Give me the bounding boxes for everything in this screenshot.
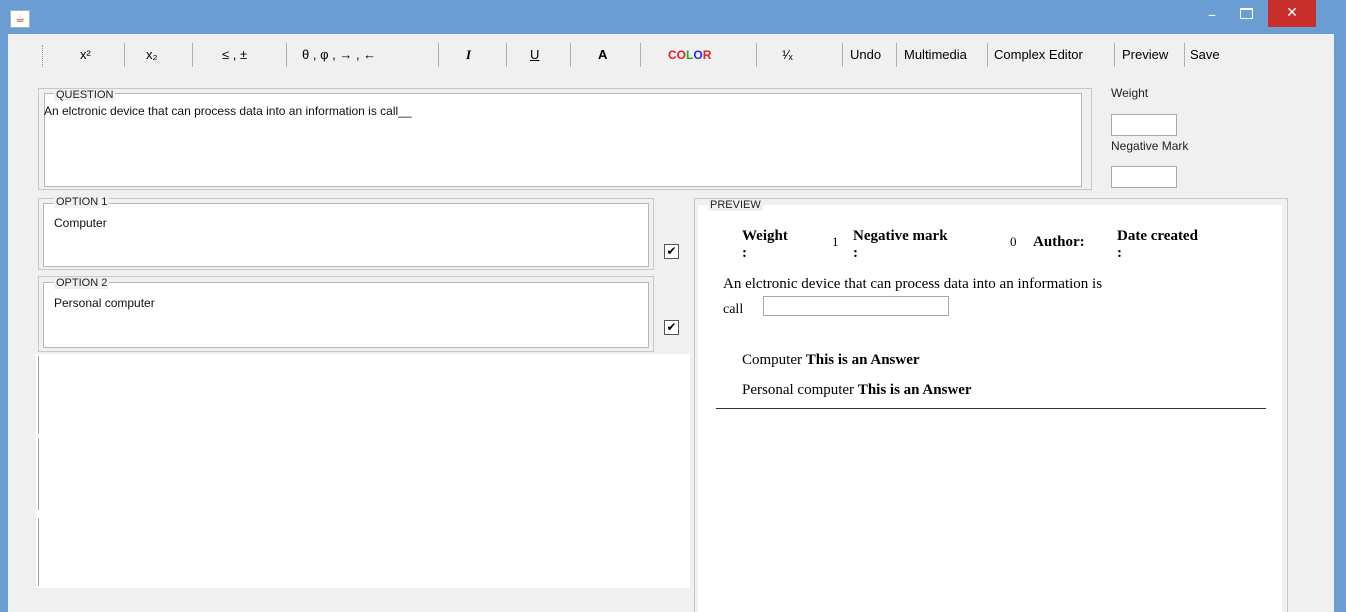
preview-colon: : bbox=[853, 245, 858, 261]
bold-button[interactable]: A bbox=[598, 45, 607, 65]
toolbar-separator bbox=[570, 43, 571, 67]
preview-date-label: Date created bbox=[1117, 228, 1198, 244]
editor-toolbar: x² x₂ ≤ , ± θ , φ , → , ← I U A COLOR ¹⁄… bbox=[8, 36, 1334, 72]
preview-divider bbox=[716, 408, 1266, 409]
toolbar-grip[interactable] bbox=[42, 45, 46, 67]
color-button[interactable]: COLOR bbox=[668, 45, 711, 65]
preview-weight-value: 1 bbox=[832, 234, 839, 249]
window-frame-left bbox=[0, 0, 8, 612]
color-letter: O bbox=[693, 48, 703, 62]
close-button[interactable]: ✕ bbox=[1268, 0, 1316, 27]
empty-option-slot[interactable] bbox=[38, 438, 39, 510]
preview-negative-value: 0 bbox=[1010, 234, 1017, 249]
save-button[interactable]: Save bbox=[1190, 45, 1220, 65]
preview-question-text: An elctronic device that can process dat… bbox=[723, 276, 1103, 292]
preview-weight-label: Weight bbox=[742, 228, 788, 244]
option-1-answer-checkbox[interactable]: ✔ bbox=[664, 244, 679, 259]
weight-label: Weight bbox=[1111, 86, 1149, 100]
italic-button[interactable]: I bbox=[466, 45, 471, 65]
toolbar-separator bbox=[640, 43, 641, 67]
empty-option-slot[interactable] bbox=[38, 518, 39, 586]
question-text: An elctronic device that can process dat… bbox=[44, 104, 412, 118]
title-bar[interactable]: ☕ – ✕ bbox=[0, 0, 1346, 34]
toolbar-separator bbox=[192, 43, 193, 67]
preview-question-text-cont: call bbox=[723, 302, 744, 317]
preview-answer-badge: This is an Answer bbox=[857, 382, 972, 398]
toolbar-separator bbox=[896, 43, 897, 67]
preview-colon: : bbox=[1117, 245, 1122, 261]
toolbar-separator bbox=[1114, 43, 1115, 67]
complex-editor-button[interactable]: Complex Editor bbox=[994, 45, 1083, 65]
preview-colon: : bbox=[742, 245, 747, 261]
maximize-button[interactable] bbox=[1232, 4, 1260, 26]
preview-answer-row: Computer This is an Answer bbox=[742, 352, 920, 369]
preview-answer-text: Computer bbox=[742, 352, 802, 368]
preview-button[interactable]: Preview bbox=[1122, 45, 1168, 65]
math-symbols-button[interactable]: ≤ , ± bbox=[222, 45, 247, 65]
preview-answer-row: Personal computer This is an Answer bbox=[742, 382, 972, 399]
color-letter: R bbox=[702, 48, 712, 62]
maximize-icon bbox=[1239, 8, 1253, 19]
toolbar-separator bbox=[286, 43, 287, 67]
toolbar-separator bbox=[987, 43, 988, 67]
empty-option-slot[interactable] bbox=[38, 356, 39, 434]
minimize-button[interactable]: – bbox=[1198, 4, 1226, 26]
negative-mark-label: Negative Mark bbox=[1111, 139, 1189, 153]
superscript-button[interactable]: x² bbox=[80, 45, 91, 65]
question-legend: QUESTION bbox=[54, 89, 116, 101]
underline-button[interactable]: U bbox=[530, 45, 539, 65]
option-2-editor[interactable] bbox=[43, 282, 649, 348]
option-1-editor[interactable] bbox=[43, 203, 649, 267]
preview-legend: PREVIEW bbox=[708, 199, 763, 211]
subscript-button[interactable]: x₂ bbox=[146, 45, 158, 65]
color-letter: O bbox=[676, 48, 687, 62]
greek-symbols-button[interactable]: θ , φ , → , ← bbox=[302, 45, 376, 65]
preview-author-label: Author: bbox=[1033, 234, 1085, 250]
option-1-legend: OPTION 1 bbox=[54, 196, 110, 208]
toolbar-separator bbox=[438, 43, 439, 67]
fraction-button[interactable]: ¹⁄ₓ bbox=[782, 45, 793, 65]
app-window: ☕ – ✕ x² x₂ ≤ , ± θ , φ , → , ← I U A CO… bbox=[0, 0, 1346, 612]
toolbar-separator bbox=[842, 43, 843, 67]
preview-blank-input[interactable] bbox=[763, 296, 949, 316]
option-2-text: Personal computer bbox=[54, 296, 155, 310]
undo-button[interactable]: Undo bbox=[850, 45, 881, 65]
option-1-text: Computer bbox=[54, 216, 107, 230]
color-letter: C bbox=[668, 48, 677, 62]
preview-answer-badge: This is an Answer bbox=[805, 352, 920, 368]
option-2-answer-checkbox[interactable]: ✔ bbox=[664, 320, 679, 335]
weight-input[interactable] bbox=[1111, 114, 1177, 136]
window-frame-right bbox=[1334, 0, 1346, 612]
multimedia-button[interactable]: Multimedia bbox=[904, 45, 967, 65]
empty-options-area bbox=[36, 354, 690, 588]
java-app-icon: ☕ bbox=[10, 10, 30, 28]
toolbar-separator bbox=[756, 43, 757, 67]
toolbar-separator bbox=[124, 43, 125, 67]
toolbar-separator bbox=[506, 43, 507, 67]
negative-mark-input[interactable] bbox=[1111, 166, 1177, 188]
toolbar-separator bbox=[1184, 43, 1185, 67]
preview-negative-label: Negative mark bbox=[853, 228, 948, 244]
option-2-legend: OPTION 2 bbox=[54, 277, 110, 289]
preview-answer-text: Personal computer bbox=[742, 382, 855, 398]
